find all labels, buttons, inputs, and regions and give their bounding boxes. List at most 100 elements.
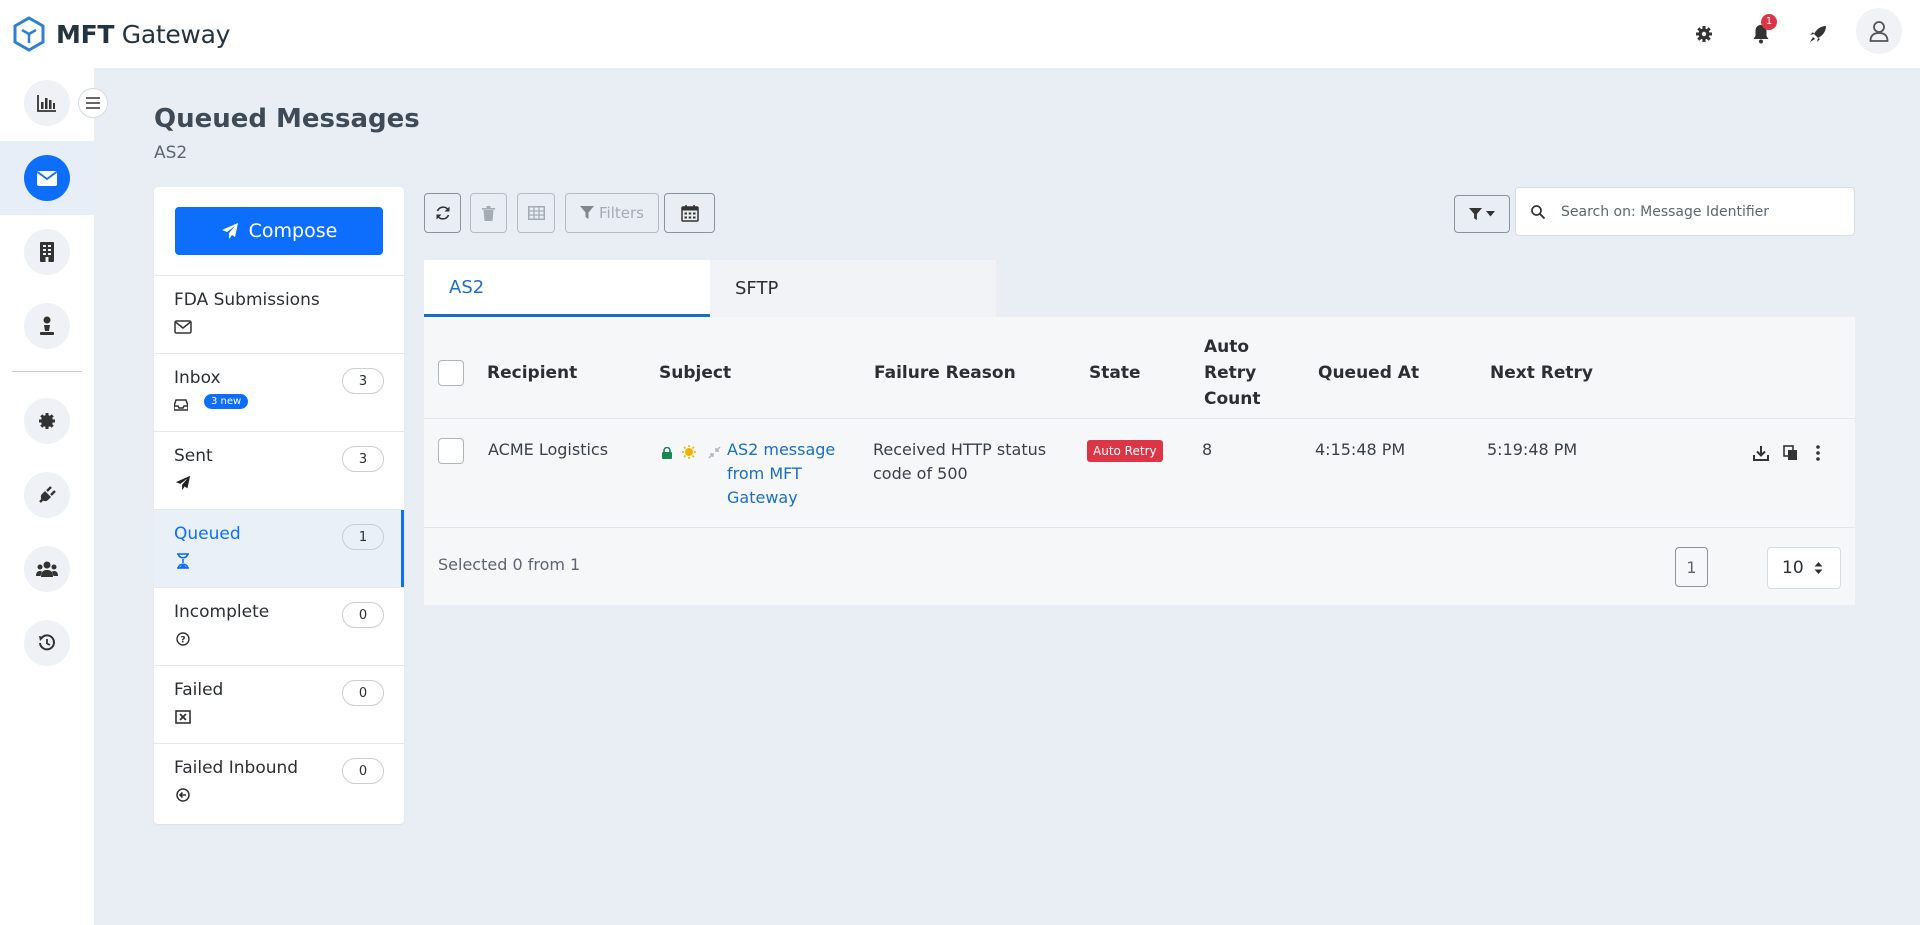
table-grid-icon bbox=[527, 206, 545, 220]
folder-count-badge: 1 bbox=[342, 524, 384, 550]
page-title: Queued Messages bbox=[154, 104, 420, 134]
envelope-icon bbox=[37, 170, 57, 186]
arrow-circle-left-icon bbox=[174, 786, 192, 804]
row-checkbox[interactable] bbox=[438, 438, 464, 464]
column-header-failure-reason[interactable]: Failure Reason bbox=[874, 360, 1016, 386]
compress-icon bbox=[708, 444, 721, 463]
download-icon[interactable] bbox=[1750, 442, 1772, 464]
paper-plane-icon bbox=[221, 223, 238, 239]
left-nav-rail bbox=[0, 68, 94, 925]
folder-failed-inbound[interactable]: Failed Inbound 0 bbox=[154, 743, 404, 821]
columns-button[interactable] bbox=[517, 193, 555, 233]
app-logo[interactable]: MFT Gateway bbox=[12, 16, 230, 52]
column-header-auto-retry-count[interactable]: Auto Retry Count bbox=[1204, 334, 1261, 412]
notifications-count-badge: 1 bbox=[1761, 14, 1777, 30]
search-field-filter-dropdown[interactable] bbox=[1454, 195, 1510, 233]
svg-text:?: ? bbox=[180, 636, 185, 646]
user-station-icon bbox=[40, 316, 54, 335]
refresh-button[interactable] bbox=[424, 193, 461, 233]
folder-count-badge: 3 bbox=[342, 446, 384, 472]
settings-gear-icon[interactable] bbox=[1688, 18, 1720, 50]
select-all-checkbox[interactable] bbox=[438, 360, 464, 386]
selection-summary: Selected 0 from 1 bbox=[438, 555, 581, 574]
user-profile-button[interactable] bbox=[1856, 8, 1902, 54]
folder-label: Inbox bbox=[174, 368, 221, 388]
pagination-page-button[interactable]: 1 bbox=[1675, 547, 1708, 587]
plug-icon bbox=[39, 486, 56, 503]
sort-arrows-icon bbox=[1814, 562, 1823, 574]
lock-icon bbox=[662, 444, 672, 463]
compose-label: Compose bbox=[248, 220, 338, 242]
refresh-icon bbox=[436, 206, 449, 220]
caret-down-icon bbox=[1486, 211, 1495, 217]
envelope-icon bbox=[174, 318, 192, 336]
sun-priority-icon bbox=[682, 444, 696, 463]
bar-chart-icon bbox=[37, 95, 56, 112]
rail-stations-button[interactable] bbox=[24, 303, 70, 349]
inbox-icon bbox=[174, 396, 188, 414]
compose-button[interactable]: Compose bbox=[175, 207, 383, 255]
app-name: MFT Gateway bbox=[56, 19, 231, 49]
header-divider bbox=[424, 418, 1855, 419]
rocket-icon[interactable] bbox=[1802, 18, 1834, 50]
search-box bbox=[1515, 187, 1855, 236]
filters-button[interactable]: Filters bbox=[565, 193, 659, 233]
folder-count-badge: 3 bbox=[342, 368, 384, 394]
top-bar: MFT Gateway 1 bbox=[0, 0, 1920, 68]
history-icon bbox=[39, 634, 55, 651]
column-header-state[interactable]: State bbox=[1089, 360, 1141, 386]
new-messages-badge: 3 new bbox=[204, 394, 249, 409]
rail-integrations-button[interactable] bbox=[24, 472, 70, 518]
filters-label: Filters bbox=[599, 204, 644, 222]
cog-icon bbox=[39, 413, 55, 429]
copy-icon[interactable] bbox=[1779, 442, 1801, 464]
date-range-button[interactable] bbox=[664, 193, 715, 233]
rail-partners-button[interactable] bbox=[24, 229, 70, 275]
rail-messages-button[interactable] bbox=[24, 155, 70, 201]
trash-icon bbox=[482, 205, 495, 221]
hourglass-icon bbox=[174, 552, 192, 570]
rail-users-button[interactable] bbox=[24, 546, 70, 592]
folder-label: Sent bbox=[174, 446, 213, 466]
tab-sftp[interactable]: SFTP bbox=[710, 260, 996, 317]
folder-sent[interactable]: Sent 3 bbox=[154, 431, 404, 509]
column-header-subject[interactable]: Subject bbox=[659, 360, 731, 386]
row-divider bbox=[424, 527, 1855, 528]
funnel-icon bbox=[1469, 207, 1482, 220]
folder-panel: Compose FDA Submissions Inbox 3 3 new Se… bbox=[154, 187, 404, 824]
folder-incomplete[interactable]: Incomplete 0 ? bbox=[154, 587, 404, 665]
page-subtitle: AS2 bbox=[154, 143, 188, 163]
calendar-icon bbox=[680, 205, 699, 222]
question-circle-icon: ? bbox=[174, 630, 192, 648]
rail-dashboard-button[interactable] bbox=[24, 80, 70, 126]
rail-history-button[interactable] bbox=[24, 620, 70, 666]
folder-count-badge: 0 bbox=[342, 602, 384, 628]
folder-failed[interactable]: Failed 0 bbox=[154, 665, 404, 743]
column-header-recipient[interactable]: Recipient bbox=[487, 360, 577, 386]
page-size-value: 10 bbox=[1782, 558, 1804, 578]
tab-as2[interactable]: AS2 bbox=[424, 260, 710, 317]
more-options-icon[interactable] bbox=[1807, 442, 1829, 464]
delete-button[interactable] bbox=[470, 193, 507, 233]
folder-fda-submissions[interactable]: FDA Submissions bbox=[154, 275, 404, 353]
folder-queued[interactable]: Queued 1 bbox=[154, 509, 404, 588]
search-input[interactable] bbox=[1561, 203, 1821, 220]
paper-plane-icon bbox=[174, 474, 192, 492]
x-square-icon bbox=[174, 708, 192, 726]
user-icon bbox=[1869, 21, 1889, 42]
notifications-bell-icon[interactable]: 1 bbox=[1745, 14, 1777, 50]
folder-label: Queued bbox=[174, 524, 241, 544]
folder-inbox[interactable]: Inbox 3 3 new bbox=[154, 353, 404, 431]
subject-link[interactable]: AS2 message from MFT Gateway bbox=[727, 438, 835, 510]
folder-label: Incomplete bbox=[174, 602, 270, 622]
page-size-select[interactable]: 10 bbox=[1767, 547, 1841, 589]
folder-count-badge: 0 bbox=[342, 680, 384, 706]
folder-count-badge: 0 bbox=[342, 758, 384, 784]
rail-settings-button[interactable] bbox=[24, 398, 70, 444]
sidebar-toggle-button[interactable] bbox=[78, 88, 108, 118]
folder-label: Failed Inbound bbox=[174, 758, 299, 778]
column-header-next-retry[interactable]: Next Retry bbox=[1490, 360, 1593, 386]
search-icon bbox=[1531, 204, 1545, 219]
failure-reason-cell: Received HTTP status code of 500 bbox=[873, 440, 1047, 483]
column-header-queued-at[interactable]: Queued At bbox=[1318, 360, 1419, 386]
